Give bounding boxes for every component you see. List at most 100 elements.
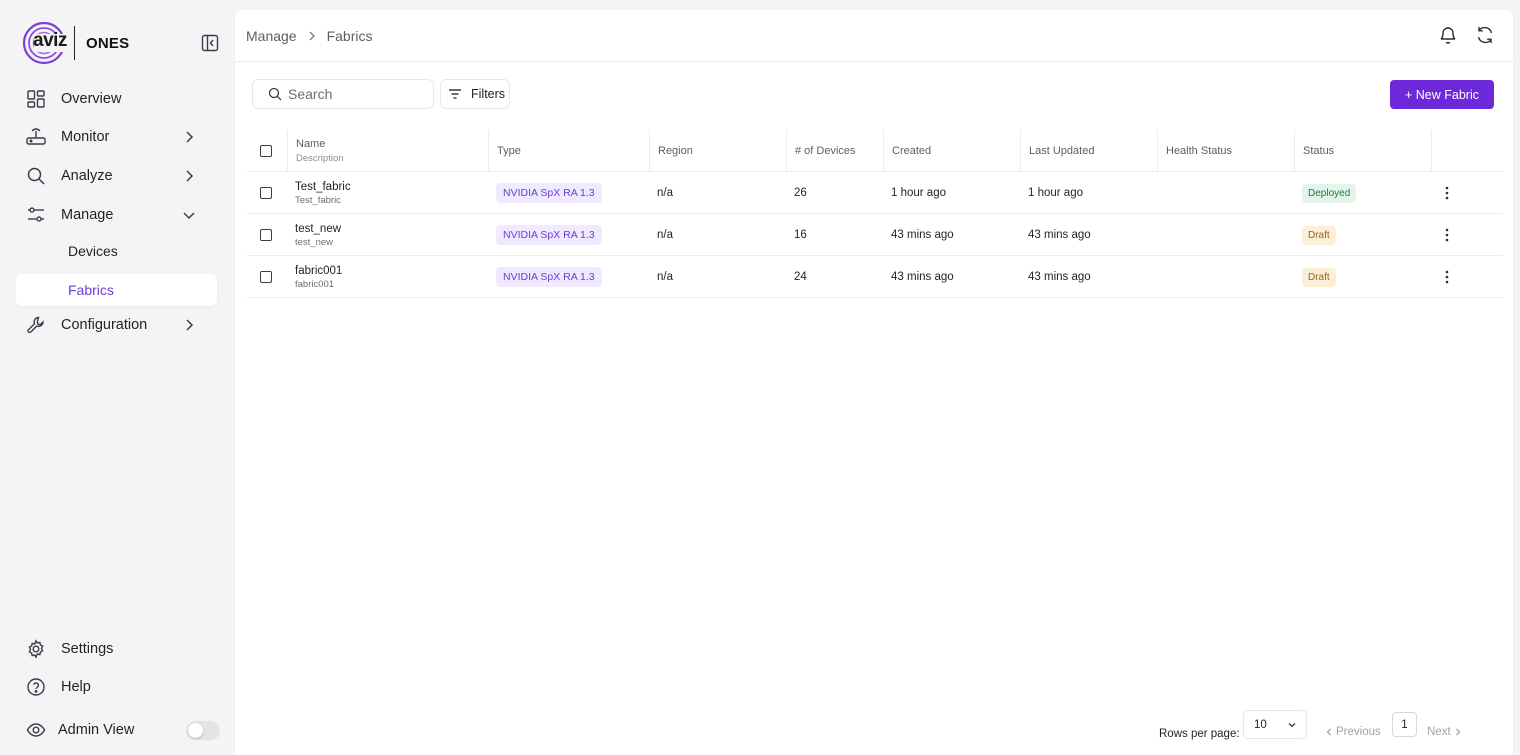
gear-icon bbox=[25, 638, 47, 660]
fabric-description: test_new bbox=[295, 236, 334, 248]
page-number-current[interactable]: 1 bbox=[1392, 712, 1417, 737]
type-badge: NVIDIA SpX RA 1.3 bbox=[496, 183, 602, 203]
devices-cell: 16 bbox=[794, 229, 807, 241]
sidebar-subitem-fabrics[interactable]: Fabrics bbox=[16, 274, 217, 306]
collapse-sidebar-icon[interactable] bbox=[200, 33, 220, 53]
table-header: Name Description Type Region # of Device… bbox=[247, 130, 1503, 172]
row-select-cell bbox=[247, 214, 272, 256]
refresh-icon[interactable] bbox=[1475, 25, 1495, 45]
row-checkbox[interactable] bbox=[260, 271, 272, 283]
name-cell: test_new test_new bbox=[287, 214, 341, 256]
column-name-label: Name bbox=[296, 138, 326, 150]
chevron-right-icon bbox=[181, 317, 197, 333]
previous-page-button[interactable]: Previous bbox=[1324, 726, 1381, 738]
column-region[interactable]: Region bbox=[649, 130, 786, 172]
row-select-cell bbox=[247, 256, 272, 298]
fabric-name[interactable]: test_new bbox=[295, 223, 341, 235]
sidebar-item-help[interactable]: Help bbox=[16, 670, 217, 704]
column-description-label: Description bbox=[296, 153, 344, 164]
row-checkbox[interactable] bbox=[260, 187, 272, 199]
fabric-description: Test_fabric bbox=[295, 194, 341, 206]
created-cell: 1 hour ago bbox=[891, 187, 946, 199]
sidebar-item-label: Settings bbox=[61, 641, 114, 657]
sidebar-item-label: Admin View bbox=[58, 722, 135, 738]
sidebar-item-settings[interactable]: Settings bbox=[16, 632, 217, 666]
status-cell: Draft bbox=[1294, 256, 1336, 298]
sidebar-item-label: Manage bbox=[61, 207, 114, 223]
topbar: Manage Fabrics bbox=[235, 10, 1513, 62]
more-vertical-icon[interactable] bbox=[1439, 269, 1455, 285]
type-badge: NVIDIA SpX RA 1.3 bbox=[496, 267, 602, 287]
toggle-knob bbox=[188, 723, 203, 738]
wrench-icon bbox=[25, 314, 47, 336]
previous-label: Previous bbox=[1336, 726, 1381, 738]
devices-cell: 26 bbox=[794, 187, 807, 199]
chevron-left-icon bbox=[1326, 728, 1331, 736]
column-status[interactable]: Status bbox=[1294, 130, 1431, 172]
updated-cell: 1 hour ago bbox=[1028, 187, 1083, 199]
type-cell: NVIDIA SpX RA 1.3 bbox=[488, 256, 602, 298]
sidebar-subitem-devices[interactable]: Devices bbox=[16, 235, 217, 267]
more-vertical-icon[interactable] bbox=[1439, 227, 1455, 243]
sidebar-item-label: Monitor bbox=[61, 129, 110, 145]
row-checkbox[interactable] bbox=[260, 229, 272, 241]
sidebar-item-monitor[interactable]: Monitor bbox=[16, 120, 217, 154]
grid-icon bbox=[25, 88, 47, 110]
sidebar-item-label: Overview bbox=[61, 91, 122, 107]
more-vertical-icon[interactable] bbox=[1439, 185, 1455, 201]
fabrics-table: Name Description Type Region # of Device… bbox=[247, 130, 1503, 298]
logo[interactable]: aviz ONES bbox=[22, 21, 129, 65]
table-row[interactable]: fabric001 fabric001 NVIDIA SpX RA 1.3 n/… bbox=[247, 256, 1503, 298]
column-type[interactable]: Type bbox=[488, 130, 649, 172]
breadcrumb: Manage Fabrics bbox=[246, 28, 373, 44]
name-cell: fabric001 fabric001 bbox=[287, 256, 342, 298]
fabric-description: fabric001 bbox=[295, 278, 335, 290]
sidebar-item-overview[interactable]: Overview bbox=[16, 82, 217, 116]
new-fabric-button[interactable]: + New Fabric bbox=[1390, 80, 1494, 109]
bell-icon[interactable] bbox=[1438, 25, 1458, 45]
logo-divider bbox=[74, 26, 75, 60]
region-cell: n/a bbox=[657, 229, 673, 241]
sidebar-item-analyze[interactable]: Analyze bbox=[16, 159, 217, 193]
table-row[interactable]: Test_fabric Test_fabric NVIDIA SpX RA 1.… bbox=[247, 172, 1503, 214]
updated-cell: 43 mins ago bbox=[1028, 229, 1091, 241]
health-cell bbox=[1157, 214, 1165, 256]
table-row[interactable]: test_new test_new NVIDIA SpX RA 1.3 n/a … bbox=[247, 214, 1503, 256]
type-cell: NVIDIA SpX RA 1.3 bbox=[488, 214, 602, 256]
select-all-checkbox[interactable] bbox=[260, 145, 272, 157]
status-cell: Deployed bbox=[1294, 172, 1357, 214]
next-label: Next bbox=[1427, 726, 1451, 738]
filter-icon bbox=[447, 86, 463, 102]
eye-icon bbox=[25, 719, 47, 741]
status-cell: Draft bbox=[1294, 214, 1336, 256]
row-select-cell bbox=[247, 172, 272, 214]
column-devices[interactable]: # of Devices bbox=[786, 130, 883, 172]
actions-cell bbox=[1431, 172, 1455, 214]
sidebar-item-manage[interactable]: Manage bbox=[16, 198, 217, 232]
chevron-down-icon bbox=[1286, 719, 1298, 731]
fabric-name[interactable]: Test_fabric bbox=[295, 181, 351, 193]
created-cell: 43 mins ago bbox=[891, 229, 954, 241]
admin-view-toggle[interactable] bbox=[186, 721, 220, 740]
fabric-name[interactable]: fabric001 bbox=[295, 265, 342, 277]
rows-per-page-select[interactable]: 10 bbox=[1243, 710, 1307, 739]
sidebar-item-configuration[interactable]: Configuration bbox=[16, 308, 217, 342]
column-name[interactable]: Name Description bbox=[287, 130, 488, 172]
product-name: ONES bbox=[86, 34, 130, 52]
search-input[interactable] bbox=[288, 86, 418, 102]
type-badge: NVIDIA SpX RA 1.3 bbox=[496, 225, 602, 245]
actions-cell bbox=[1431, 256, 1455, 298]
column-created[interactable]: Created bbox=[883, 130, 1020, 172]
sidebar-item-admin-view: Admin View bbox=[16, 713, 176, 747]
filters-button[interactable]: Filters bbox=[440, 79, 510, 109]
chevron-right-icon bbox=[181, 129, 197, 145]
column-last-updated[interactable]: Last Updated bbox=[1020, 130, 1157, 172]
column-health-status[interactable]: Health Status bbox=[1157, 130, 1294, 172]
chevron-down-icon bbox=[181, 207, 197, 223]
sliders-icon bbox=[25, 204, 47, 226]
updated-cell: 43 mins ago bbox=[1028, 271, 1091, 283]
breadcrumb-manage[interactable]: Manage bbox=[246, 28, 297, 44]
status-badge: Deployed bbox=[1302, 183, 1357, 203]
select-all-cell bbox=[247, 130, 287, 172]
next-page-button[interactable]: Next bbox=[1427, 726, 1463, 738]
